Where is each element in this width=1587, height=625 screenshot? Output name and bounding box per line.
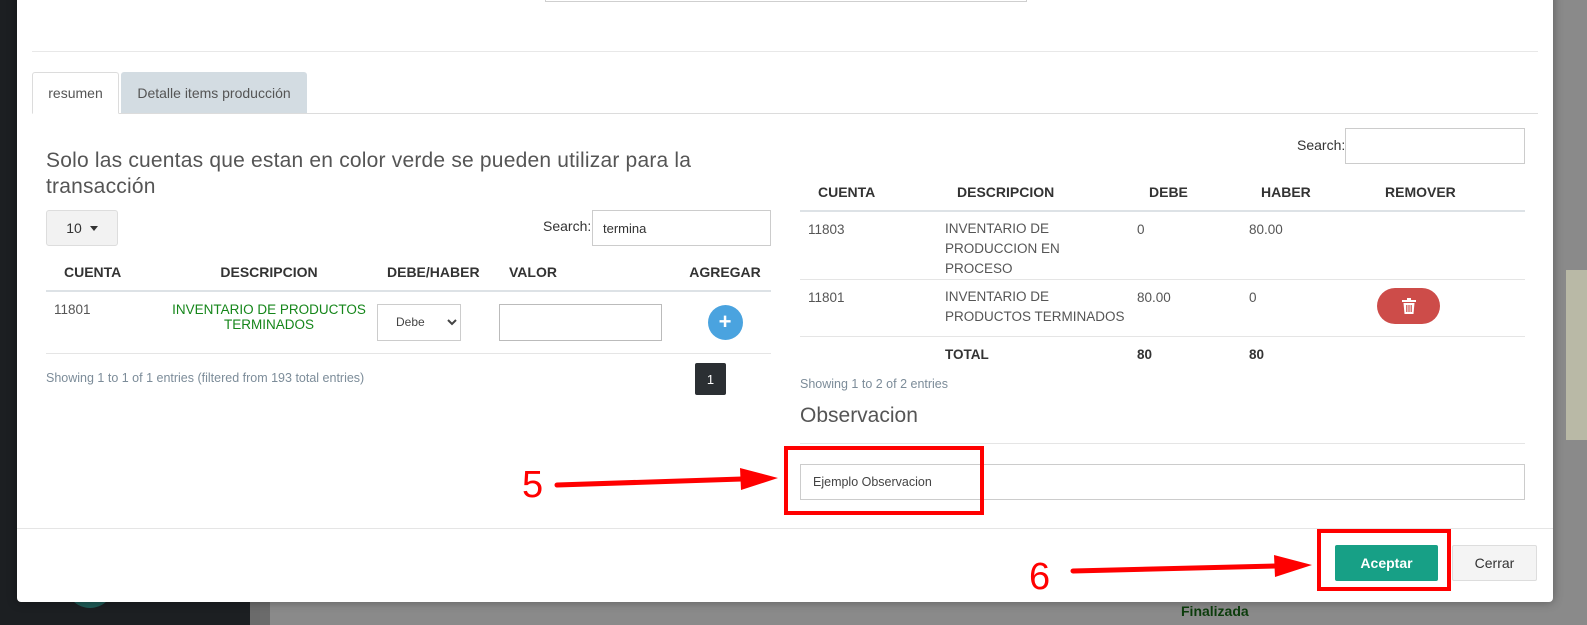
row-cuenta: 11801 xyxy=(800,279,939,337)
col-valor: VALOR xyxy=(499,254,679,292)
row-descripcion: INVENTARIO DE PRODUCCION EN PROCESO xyxy=(939,211,1135,280)
col-descripcion: DESCRIPCION xyxy=(161,254,377,292)
right-search-label: Search: xyxy=(1297,137,1346,153)
col-remover: REMOVER xyxy=(1365,174,1525,212)
observacion-title: Observacion xyxy=(800,404,918,427)
row-haber: 0 xyxy=(1243,279,1365,337)
accounts-heading: Solo las cuentas que estan en color verd… xyxy=(46,149,692,198)
entries-table: CUENTA DESCRIPCION DEBE HABER REMOVER 11… xyxy=(800,174,1525,374)
row-cuenta: 11803 xyxy=(800,211,939,280)
close-button[interactable]: Cerrar xyxy=(1452,545,1537,581)
annotation-number-5: 5 xyxy=(522,464,544,506)
col-descripcion: DESCRIPCION xyxy=(939,174,1135,212)
tab-divider xyxy=(32,113,1538,114)
background-status-text: Finalizada xyxy=(1181,603,1249,619)
tab-detalle-items[interactable]: Detalle items producción xyxy=(121,72,307,114)
left-table-info: Showing 1 to 1 of 1 entries (filtered fr… xyxy=(46,371,365,385)
row-haber: 80.00 xyxy=(1243,211,1365,280)
background-panel-strip xyxy=(1566,270,1587,440)
page-length-value: 10 xyxy=(66,220,82,236)
row-debe: 80.00 xyxy=(1135,279,1243,337)
annotation-box-aceptar xyxy=(1317,529,1451,591)
observacion-divider xyxy=(800,443,1525,444)
col-debe-haber: DEBE/HABER xyxy=(377,254,499,292)
row-cuenta: 11801 xyxy=(46,291,161,354)
col-agregar: AGREGAR xyxy=(679,254,771,292)
total-debe: 80 xyxy=(1137,347,1153,362)
page-button-1[interactable]: 1 xyxy=(695,363,726,395)
col-debe: DEBE xyxy=(1135,174,1243,212)
annotation-box-observacion xyxy=(784,446,984,515)
top-input-field[interactable] xyxy=(545,0,1027,2)
col-cuenta: CUENTA xyxy=(800,174,939,212)
left-search-input[interactable] xyxy=(592,210,771,246)
valor-input[interactable] xyxy=(499,303,662,341)
row-descripcion: INVENTARIO DE PRODUCTOS TERMINADOS xyxy=(161,291,377,354)
header-divider xyxy=(32,51,1538,52)
col-cuenta: CUENTA xyxy=(46,254,161,292)
right-table-info: Showing 1 to 2 of 2 entries xyxy=(800,377,949,391)
tab-resumen[interactable]: resumen xyxy=(32,72,119,114)
col-haber: HABER xyxy=(1243,174,1365,212)
table-row: 11801 INVENTARIO DE PRODUCTOS TERMINADOS… xyxy=(800,279,1525,337)
total-haber: 80 xyxy=(1249,347,1265,362)
right-search-input[interactable] xyxy=(1345,128,1525,164)
caret-down-icon xyxy=(89,225,98,231)
accounts-table: CUENTA DESCRIPCION DEBE/HABER VALOR AGRE… xyxy=(46,254,771,354)
left-search-label: Search: xyxy=(543,218,592,234)
total-label: TOTAL xyxy=(945,347,989,362)
page-length-select[interactable]: 10 xyxy=(46,210,118,246)
remove-entry-button[interactable] xyxy=(1377,288,1440,324)
table-row: 11801 INVENTARIO DE PRODUCTOS TERMINADOS… xyxy=(46,291,771,354)
row-remover xyxy=(1365,211,1525,280)
table-row: 11803 INVENTARIO DE PRODUCCION EN PROCES… xyxy=(800,211,1525,280)
plus-icon: + xyxy=(718,309,732,335)
annotation-number-6: 6 xyxy=(1029,556,1051,598)
row-descripcion: INVENTARIO DE PRODUCTOS TERMINADOS xyxy=(939,279,1135,337)
row-debe: 0 xyxy=(1135,211,1243,280)
add-account-button[interactable]: + xyxy=(707,304,743,340)
trash-icon xyxy=(1401,298,1416,314)
total-row: TOTAL 80 80 xyxy=(800,337,1525,374)
debe-haber-select[interactable]: Debe Haber xyxy=(377,303,461,341)
